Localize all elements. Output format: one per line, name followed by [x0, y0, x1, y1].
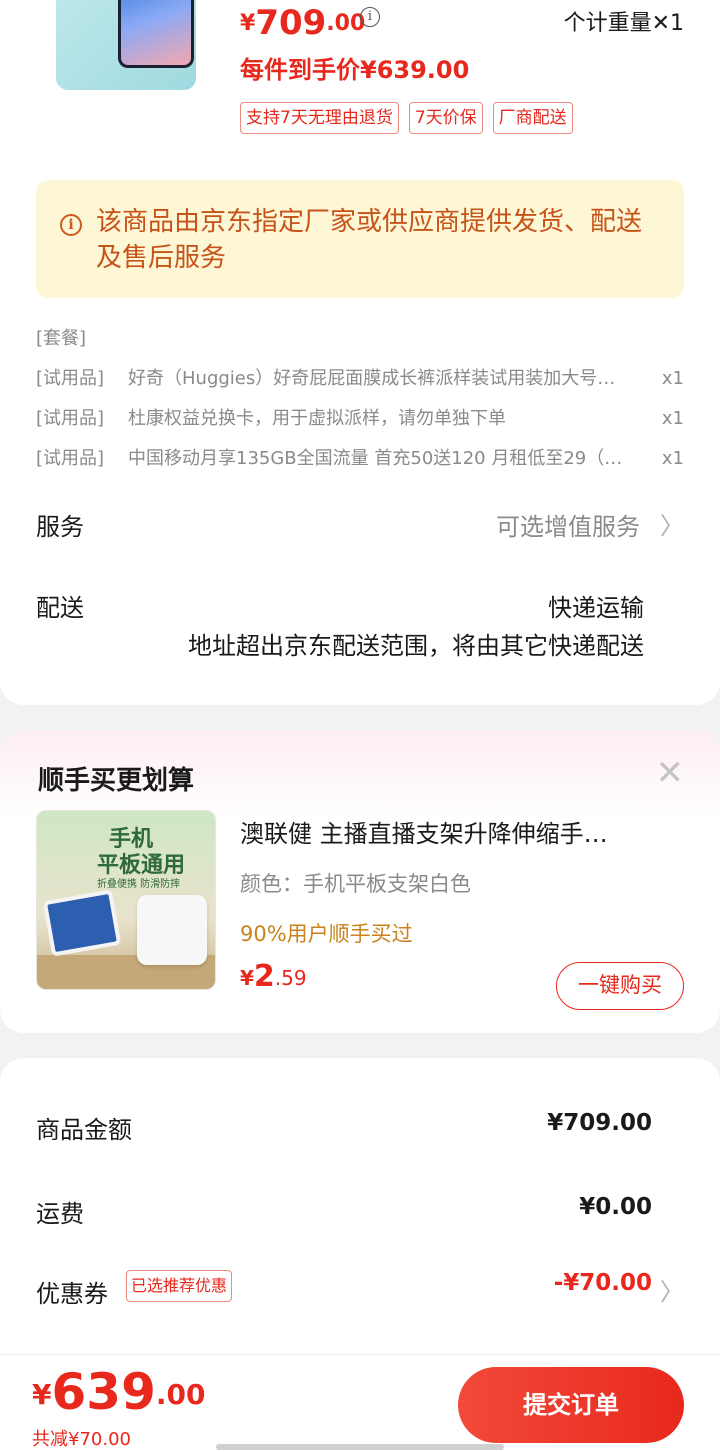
bundle-item: [试用品] 中国移动月享135GB全国流量 首充50送120 月租低至29（… …	[36, 446, 684, 472]
unit-final-price: 每件到手价¥639.00	[240, 56, 470, 84]
chevron-right-icon[interactable]: 〉	[660, 1272, 684, 1307]
checkout-bar: ¥ 639 .00 共减¥70.00 提交订单	[0, 1354, 720, 1452]
bundle-header: [套餐]	[36, 326, 684, 352]
product-thumbnail[interactable]	[56, 0, 196, 90]
bundle-item-qty: x1	[661, 368, 684, 389]
product-price: ¥ 709 .00	[240, 0, 365, 40]
info-icon: i	[60, 214, 82, 236]
addon-product-image[interactable]: 手机 平板通用 折叠便携 防滑防摔	[36, 810, 216, 990]
service-label: 服务	[36, 513, 84, 541]
tag-price-protect: 7天价保	[408, 102, 483, 134]
bundle-item-type: [试用品]	[36, 408, 105, 429]
home-indicator	[216, 1444, 504, 1450]
phone-image	[118, 0, 194, 68]
addon-popularity: 90%用户顺手买过	[240, 922, 413, 946]
shipping-value: ¥0.00	[579, 1194, 652, 1220]
delivery-method: 快递运输	[548, 594, 644, 622]
order-card: ¥ 709 .00 i 个计重量✕1 每件到手价¥639.00 支持7天无理由退…	[0, 0, 720, 705]
total-price: ¥ 639 .00	[32, 1365, 205, 1419]
total-integer: 639	[51, 1363, 156, 1421]
bundle-item-name: 好奇（Huggies）好奇屁屁面膜成长裤派样装试用装加大号…	[128, 368, 616, 389]
addon-card: 顺手买更划算 ✕ 手机 平板通用 折叠便携 防滑防摔 澳联健 主播直播支架升降伸…	[0, 730, 720, 1033]
shipping-label: 运费	[36, 1200, 84, 1228]
bundle-item-qty: x1	[661, 448, 684, 469]
coupon-value[interactable]: -¥70.00	[554, 1270, 652, 1296]
total-decimal: .00	[155, 1378, 206, 1411]
notice-text: 该商品由京东指定厂家或供应商提供发货、配送及售后服务	[96, 207, 643, 273]
price-decimal: .59	[274, 966, 307, 990]
close-icon[interactable]: ✕	[656, 756, 685, 790]
price-currency: ¥	[240, 11, 256, 36]
bundle-item-type: [试用品]	[36, 448, 105, 469]
price-currency: ¥	[240, 966, 254, 990]
tag-vendor-ship: 厂商配送	[492, 102, 573, 134]
bundle-item-name: 中国移动月享135GB全国流量 首充50送120 月租低至29（…	[128, 448, 623, 469]
chevron-right-icon[interactable]: 〉	[660, 506, 684, 541]
price-integer: 709	[255, 3, 327, 43]
bundle-item: [试用品] 杜康权益兑换卡，用于虚拟派样，请勿单独下单 x1	[36, 406, 684, 432]
coupon-recommend-tag: 已选推荐优惠	[126, 1270, 233, 1302]
delivery-note: 地址超出京东配送范围，将由其它快递配送	[188, 632, 644, 660]
tag-return: 支持7天无理由退货	[240, 102, 399, 134]
bundle-header-label: [套餐]	[36, 328, 87, 349]
vendor-notice: i 该商品由京东指定厂家或供应商提供发货、配送及售后服务	[36, 180, 684, 298]
goods-amount-label: 商品金额	[36, 1116, 132, 1144]
one-click-buy-button[interactable]: 一键购买	[556, 962, 684, 1010]
total-discount[interactable]: 共减¥70.00	[32, 1425, 131, 1451]
coupon-label: 优惠券	[36, 1280, 108, 1308]
bundle-item-type: [试用品]	[36, 368, 105, 389]
addon-product-name[interactable]: 澳联健 主播直播支架升降伸缩手…	[240, 814, 680, 849]
delivery-label: 配送	[36, 594, 84, 622]
addon-product-color: 颜色：手机平板支架白色	[240, 872, 471, 896]
value-added-service-link[interactable]: 可选增值服务	[496, 507, 640, 542]
tablet-graphic	[42, 889, 122, 957]
image-subcaption: 折叠便携 防滑防摔	[97, 879, 181, 890]
addon-price: ¥ 2 .59	[240, 962, 307, 992]
goods-amount-value: ¥709.00	[547, 1110, 652, 1136]
price-integer: 2	[253, 959, 275, 994]
submit-order-button[interactable]: 提交订单	[458, 1367, 684, 1443]
bundle-item-name: 杜康权益兑换卡，用于虚拟派样，请勿单独下单	[128, 408, 506, 429]
bundle-item: [试用品] 好奇（Huggies）好奇屁屁面膜成长裤派样装试用装加大号… x1	[36, 366, 684, 392]
total-currency: ¥	[32, 1378, 52, 1411]
bundle-item-qty: x1	[661, 408, 684, 429]
service-tags: 支持7天无理由退货 7天价保 厂商配送	[240, 102, 573, 134]
weight-quantity: 个计重量✕1	[563, 11, 684, 36]
stand-graphic	[137, 895, 207, 965]
info-icon[interactable]: i	[360, 7, 380, 27]
addon-title: 顺手买更划算	[38, 766, 195, 796]
